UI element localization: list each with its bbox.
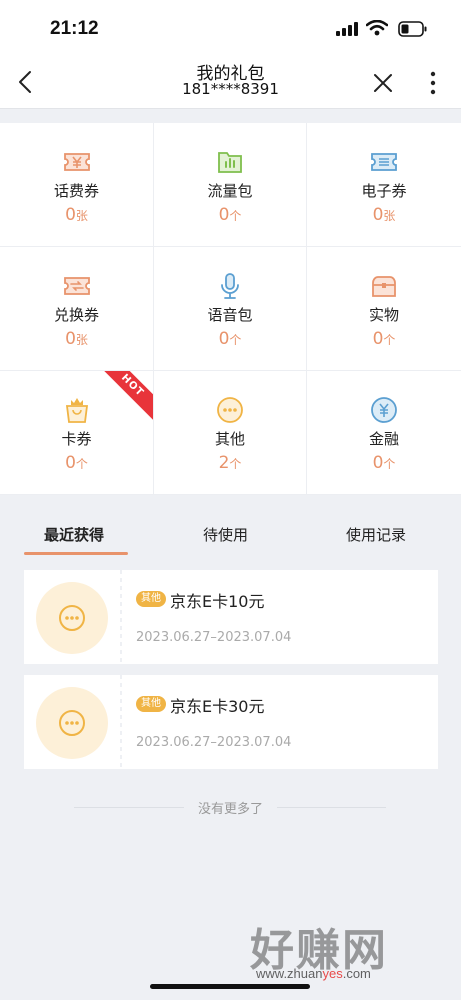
more-dots-icon [217,397,243,423]
grid-item-label: 实物 [368,306,399,324]
card-body: 其他 京东E卡30元 2023.06.27–2023.07.04 [122,675,438,769]
card-icon-circle [36,687,108,759]
status-time: 21:12 [50,18,99,39]
gift-bag-icon [65,398,88,423]
grid-item-count: 0张 [65,329,88,349]
gift-card-item[interactable]: 其他 京东E卡10元 2023.06.27–2023.07.04 [24,570,438,664]
card-validity: 2023.06.27–2023.07.04 [136,735,292,750]
card-name: 京东E卡10元 [170,592,265,611]
treasure-box-icon [372,276,396,297]
tab-pending[interactable]: 待使用 [203,524,248,545]
yen-exchange-icon [371,397,397,423]
battery-icon [398,21,427,37]
tab-history[interactable]: 使用记录 [346,524,406,545]
grid-item-label: 语音包 [207,306,253,324]
watermark-url: www.zhuanyes.com [256,966,371,981]
tab-recent[interactable]: 最近获得 [44,524,104,545]
gift-card-item[interactable]: 其他 京东E卡30元 2023.06.27–2023.07.04 [24,675,438,769]
close-icon[interactable] [372,72,394,94]
grid-item-count: 0张 [372,205,396,225]
more-vertical-icon[interactable] [428,70,438,96]
grid-item-count: 0个 [372,453,396,473]
exchange-ticket-icon [63,277,90,295]
grid-item-count: 0张 [65,205,88,225]
grid-item-other[interactable]: 其他 2个 [154,371,307,495]
tab-bar: 最近获得 待使用 使用记录 [0,512,461,556]
status-bar: 21:12 [0,0,461,58]
end-of-list-text: 没有更多了 [0,798,461,817]
ticket-yen-icon [63,153,90,171]
grid-item-label: 兑换券 [53,306,99,324]
category-tag: 其他 [136,591,166,607]
hot-badge: HOT [95,371,153,423]
grid-item-label: 其他 [214,430,245,448]
microphone-icon [221,273,239,299]
category-grid: 话费券 0张 流量包 0个 电子券 0张 兑换券 0张 语音包 0个 实物 0个… [0,123,461,495]
card-validity: 2023.06.27–2023.07.04 [136,630,292,645]
nav-bar: 我的礼包 181****8391 [0,58,461,109]
card-icon-circle [36,582,108,654]
grid-item-label: 话费券 [53,182,99,200]
card-body: 其他 京东E卡10元 2023.06.27–2023.07.04 [122,570,438,664]
grid-item-exchange-coupon[interactable]: 兑换券 0张 [0,247,154,371]
more-dots-icon [59,605,85,631]
grid-item-physical-goods[interactable]: 实物 0个 [307,247,461,371]
grid-item-count: 0个 [218,205,242,225]
signal-icon [336,22,358,36]
grid-item-label: 金融 [368,430,399,448]
grid-item-count: 0个 [372,329,396,349]
grid-item-card-coupon[interactable]: HOT 卡券 0个 [0,371,154,495]
category-tag: 其他 [136,696,166,712]
data-bars-icon [218,152,242,173]
grid-item-count: 0个 [65,453,88,473]
grid-item-voice-package[interactable]: 语音包 0个 [154,247,307,371]
grid-item-phone-bill-coupon[interactable]: 话费券 0张 [0,123,154,247]
grid-item-count: 0个 [218,329,242,349]
home-indicator[interactable] [150,984,310,989]
wifi-icon [366,20,388,36]
grid-item-count: 2个 [218,453,242,473]
card-name: 京东E卡30元 [170,697,265,716]
grid-item-data-package[interactable]: 流量包 0个 [154,123,307,247]
card-stub [24,675,120,769]
tab-active-indicator [24,552,128,555]
card-stub [24,570,120,664]
e-coupon-icon [371,153,397,171]
grid-item-label: 电子券 [361,182,407,200]
more-dots-icon [59,710,85,736]
grid-item-label: 流量包 [207,182,253,200]
grid-item-e-coupon[interactable]: 电子券 0张 [307,123,461,247]
grid-item-label: 卡券 [61,430,92,448]
grid-item-finance[interactable]: 金融 0个 [307,371,461,495]
